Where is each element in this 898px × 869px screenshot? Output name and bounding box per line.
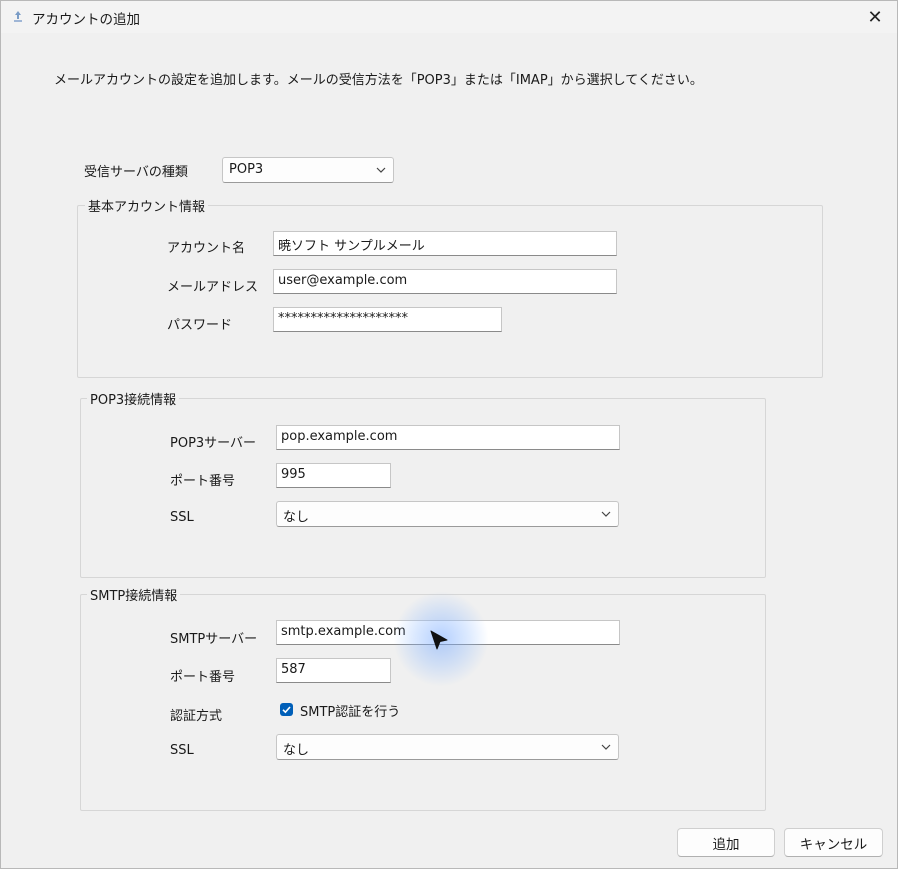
cancel-button[interactable]: キャンセル [784, 828, 883, 857]
smtp-ssl-value: なし [283, 743, 310, 758]
auth-method-label: 認証方式 [170, 709, 223, 724]
smtp-auth-checkbox-label[interactable]: SMTP認証を行う [300, 701, 400, 720]
chevron-down-icon [601, 511, 611, 517]
server-type-value: POP3 [229, 162, 264, 177]
pop3-server-label: POP3サーバー [170, 436, 257, 451]
smtp-port-label: ポート番号 [170, 670, 236, 685]
server-type-label: 受信サーバの種類 [84, 165, 188, 180]
account-name-input[interactable]: 暁ソフト サンプルメール [273, 231, 617, 256]
title-bar: アカウントの追加 ✕ [1, 1, 897, 33]
password-input[interactable]: ******************** [273, 307, 502, 332]
email-label: メールアドレス [167, 280, 259, 295]
smtp-auth-checkbox[interactable] [280, 703, 293, 716]
password-label: パスワード [167, 318, 233, 333]
close-icon: ✕ [867, 6, 883, 28]
pop3-ssl-value: なし [283, 510, 310, 525]
smtp-ssl-select[interactable]: なし [276, 734, 619, 760]
checkmark-icon [282, 706, 291, 714]
smtp-server-label: SMTPサーバー [170, 632, 258, 647]
pop3-legend: POP3接続情報 [87, 389, 180, 408]
window-title: アカウントの追加 [32, 12, 140, 28]
close-button[interactable]: ✕ [853, 1, 897, 33]
pop3-ssl-label: SSL [170, 510, 194, 525]
account-name-label: アカウント名 [167, 241, 246, 256]
description-text: メールアカウントの設定を追加します。メールの受信方法を「POP3」または「IMA… [54, 73, 703, 88]
pop3-server-input[interactable]: pop.example.com [276, 425, 620, 450]
smtp-ssl-label: SSL [170, 743, 194, 758]
pop3-port-label: ポート番号 [170, 474, 236, 489]
cancel-button-label: キャンセル [799, 836, 868, 853]
chevron-down-icon [376, 167, 386, 173]
smtp-legend: SMTP接続情報 [87, 585, 181, 604]
smtp-port-input[interactable]: 587 [276, 658, 391, 683]
mouse-cursor-icon [430, 630, 448, 650]
basic-account-legend: 基本アカウント情報 [85, 196, 209, 215]
chevron-down-icon [601, 744, 611, 750]
add-button[interactable]: 追加 [677, 828, 775, 857]
pop3-port-input[interactable]: 995 [276, 463, 391, 488]
server-type-select[interactable]: POP3 [222, 157, 394, 183]
email-input[interactable]: user@example.com [273, 269, 617, 294]
app-icon [14, 11, 22, 22]
pop3-ssl-select[interactable]: なし [276, 501, 619, 527]
add-button-label: 追加 [712, 836, 740, 853]
add-account-dialog: アカウントの追加 ✕ メールアカウントの設定を追加します。メールの受信方法を「P… [0, 0, 898, 869]
